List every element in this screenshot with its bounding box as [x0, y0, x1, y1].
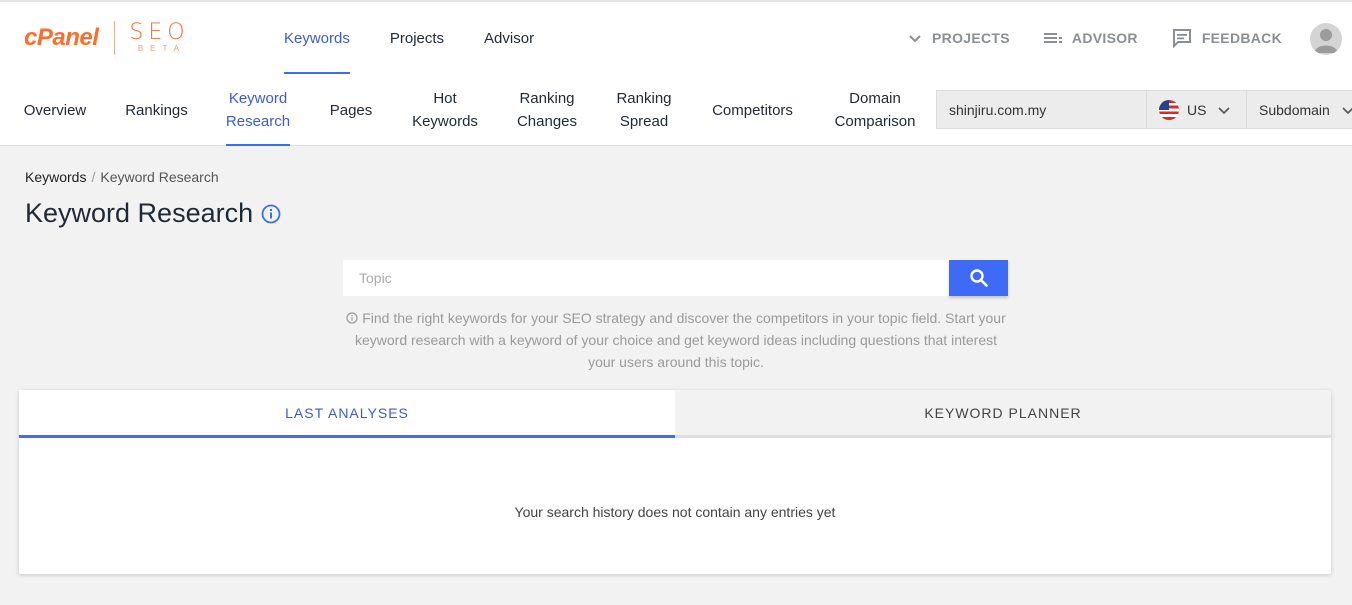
- search-hint: Find the right keywords for your SEO str…: [340, 307, 1012, 373]
- projects-label: PROJECTS: [932, 30, 1010, 46]
- info-small-icon: [346, 312, 358, 324]
- topic-search-input[interactable]: [343, 260, 949, 296]
- tab-keyword-planner[interactable]: KEYWORD PLANNER: [675, 390, 1331, 438]
- breadcrumb-current: Keyword Research: [100, 169, 219, 185]
- subnav-keyword-research[interactable]: Keyword Research: [226, 74, 290, 146]
- subnav-rankings[interactable]: Rankings: [125, 74, 188, 146]
- user-icon: [1314, 29, 1338, 53]
- advisor-label: ADVISOR: [1071, 30, 1138, 46]
- subnav-pages[interactable]: Pages: [329, 74, 373, 146]
- subnav-domain-comparison[interactable]: Domain Comparison: [830, 74, 920, 146]
- empty-state-message: Your search history does not contain any…: [514, 504, 836, 520]
- subnav-ranking-changes[interactable]: Ranking Changes: [512, 74, 582, 146]
- subnav-competitors[interactable]: Competitors: [709, 74, 796, 146]
- chevron-down-icon: [1218, 104, 1231, 116]
- results-tabs: LAST ANALYSES KEYWORD PLANNER: [19, 390, 1331, 438]
- advisor-button[interactable]: ADVISOR: [1043, 30, 1138, 46]
- subnav-hot-keywords[interactable]: Hot Keywords: [408, 74, 482, 146]
- page-title-wrap: Keyword Research: [25, 198, 281, 229]
- cpanel-seo-logo[interactable]: cPanel SEO BETA: [24, 20, 190, 56]
- country-dropdown[interactable]: US: [1147, 91, 1247, 128]
- results-card: LAST ANALYSES KEYWORD PLANNER Your searc…: [19, 390, 1331, 574]
- chevron-down-icon: [1342, 104, 1352, 116]
- logo-cpanel-text: cPanel: [24, 24, 99, 51]
- right-nav: PROJECTS ADVISOR FEEDBACK: [874, 2, 1282, 74]
- feedback-icon: [1172, 28, 1192, 48]
- logo-seo-text: SEO: [129, 20, 190, 45]
- page-title: Keyword Research: [25, 198, 254, 228]
- search-button[interactable]: [949, 260, 1008, 296]
- main-nav-keywords[interactable]: Keywords: [284, 2, 350, 74]
- scope-dropdown[interactable]: Subdomain: [1247, 91, 1352, 128]
- country-label: US: [1187, 101, 1207, 118]
- search-hint-text: Find the right keywords for your SEO str…: [354, 310, 1006, 370]
- main-nav-projects[interactable]: Projects: [390, 2, 444, 74]
- scope-label: Subdomain: [1259, 101, 1330, 118]
- logo-divider: [114, 21, 116, 55]
- domain-selector: shinjiru.com.my US Subdomain: [936, 90, 1352, 129]
- sub-nav: Overview Rankings Keyword Research Pages…: [0, 74, 1352, 146]
- logo-beta-text: BETA: [137, 44, 187, 53]
- subnav-ranking-spread[interactable]: Ranking Spread: [612, 74, 676, 146]
- chevron-down-icon: [908, 31, 922, 45]
- breadcrumb-root[interactable]: Keywords: [25, 169, 86, 185]
- list-icon: [1043, 31, 1062, 45]
- topic-search: [343, 260, 1008, 296]
- us-flag-icon: [1159, 99, 1179, 120]
- projects-dropdown-button[interactable]: PROJECTS: [908, 30, 1010, 46]
- search-icon: [969, 269, 988, 287]
- top-bar: cPanel SEO BETA Keywords Projects Adviso…: [0, 0, 1352, 74]
- user-avatar[interactable]: [1310, 23, 1342, 55]
- feedback-button[interactable]: FEEDBACK: [1172, 28, 1282, 48]
- main-nav-advisor[interactable]: Advisor: [484, 2, 534, 74]
- info-icon[interactable]: [261, 204, 281, 224]
- breadcrumb-separator: /: [91, 169, 96, 185]
- logo-seo: SEO BETA: [129, 22, 189, 54]
- subnav-overview[interactable]: Overview: [24, 74, 87, 146]
- main-nav: Keywords Projects Advisor: [284, 2, 574, 74]
- tab-last-analyses[interactable]: LAST ANALYSES: [19, 390, 675, 438]
- feedback-label: FEEDBACK: [1201, 30, 1282, 46]
- breadcrumb: Keywords / Keyword Research: [25, 169, 219, 185]
- domain-input[interactable]: shinjiru.com.my: [937, 91, 1147, 128]
